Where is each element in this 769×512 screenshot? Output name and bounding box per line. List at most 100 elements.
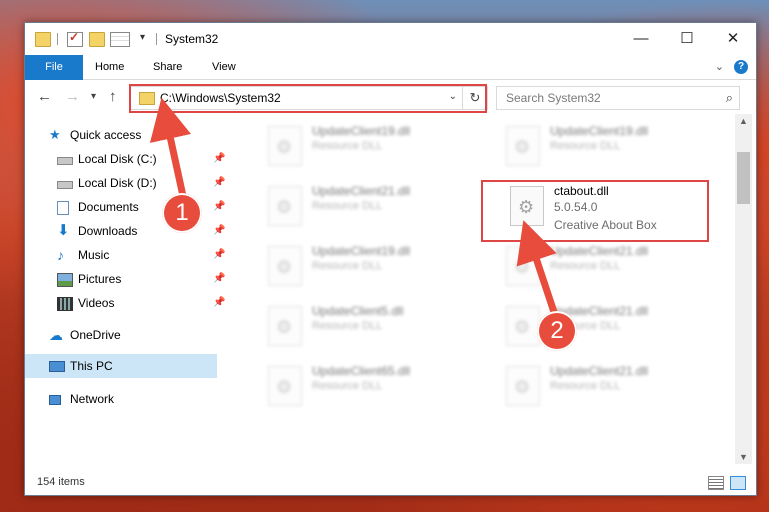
sidebar-item-label: Network — [70, 392, 115, 406]
pin-icon[interactable]: 📌 — [213, 196, 225, 218]
sidebar-item-music[interactable]: ♪ Music 📌 — [57, 244, 227, 266]
file-type: Resource DLL — [550, 140, 621, 152]
sidebar-item-videos[interactable]: Videos 📌 — [57, 292, 227, 314]
close-button[interactable]: ✕ — [710, 23, 756, 55]
file-type: Resource DLL — [550, 260, 621, 272]
file-item[interactable]: UpdateClient21.dll Resource DLL — [506, 244, 726, 302]
file-name: UpdateClient21.dll — [312, 184, 411, 198]
properties-check-icon[interactable] — [67, 30, 83, 47]
sidebar-item-local-disk-c[interactable]: Local Disk (C:) 📌 — [57, 148, 227, 170]
folder-icon — [35, 32, 51, 47]
file-name: UpdateClient21.dll — [550, 364, 649, 378]
file-type: Resource DLL — [312, 140, 383, 152]
drive-icon — [57, 157, 73, 165]
pin-icon[interactable]: 📌 — [213, 244, 225, 266]
drive-icon — [57, 181, 73, 189]
pin-icon[interactable]: 📌 — [213, 148, 225, 170]
dll-file-icon — [268, 126, 302, 166]
pin-icon[interactable]: 📌 — [213, 292, 225, 314]
maximize-button[interactable]: ☐ — [664, 23, 710, 55]
minimize-button[interactable]: — — [618, 23, 664, 55]
callout-badge-2: 2 — [537, 311, 577, 351]
tiles-view-icon[interactable] — [730, 476, 746, 490]
divider — [57, 33, 58, 45]
sidebar-item-label: Videos — [78, 296, 115, 310]
status-bar: 154 items — [25, 471, 756, 495]
file-type: Resource DLL — [550, 380, 621, 392]
dll-file-icon — [268, 306, 302, 346]
new-folder-icon[interactable] — [89, 32, 105, 47]
vertical-scrollbar[interactable]: ▲ ▼ — [735, 114, 752, 464]
file-name: UpdateClient65.dll — [312, 364, 411, 378]
scroll-thumb[interactable] — [737, 152, 750, 204]
sidebar-item-label: Music — [78, 248, 110, 262]
dll-file-icon — [506, 306, 540, 346]
dll-file-icon — [268, 366, 302, 406]
sidebar-item-label: This PC — [70, 359, 113, 373]
file-name: UpdateClient19.dll — [312, 124, 411, 138]
computer-icon — [49, 361, 65, 372]
up-icon[interactable]: ↑ — [109, 88, 117, 105]
dll-file-icon — [506, 366, 540, 406]
file-name: UpdateClient5.dll — [312, 304, 404, 318]
navigation-pane: ★ Quick access Local Disk (C:) 📌 Local D… — [25, 114, 225, 452]
item-count: 154 items — [37, 476, 85, 488]
sidebar-item-label: OneDrive — [70, 328, 121, 342]
back-icon[interactable]: ← — [37, 88, 52, 105]
file-name: UpdateClient19.dll — [312, 244, 411, 258]
scroll-down-icon[interactable]: ▼ — [739, 452, 748, 462]
sidebar-item-local-disk-d[interactable]: Local Disk (D:) 📌 — [57, 172, 227, 194]
help-icon[interactable]: ? — [734, 60, 748, 74]
tab-view[interactable]: View — [200, 55, 248, 79]
dll-file-icon — [268, 246, 302, 286]
file-name: UpdateClient21.dll — [550, 244, 649, 258]
scroll-up-icon[interactable]: ▲ — [739, 116, 748, 126]
sidebar-item-label: Downloads — [78, 224, 138, 238]
window-title: System32 — [165, 32, 219, 46]
file-item[interactable]: UpdateClient21.dll Resource DLL — [506, 364, 726, 422]
file-type: Resource DLL — [312, 320, 383, 332]
view-layout-icon[interactable] — [110, 32, 130, 47]
pictures-icon — [57, 273, 73, 287]
pin-icon[interactable]: 📌 — [213, 268, 225, 290]
forward-icon[interactable]: → — [65, 88, 80, 105]
sidebar-item-label: Quick access — [70, 128, 142, 142]
sidebar-item-label: Local Disk (D:) — [78, 176, 157, 190]
customize-toolbar-icon[interactable]: ▾ — [140, 32, 145, 43]
divider — [156, 33, 157, 45]
file-explorer-window: ▾ System32 — ☐ ✕ File Home Share View ⌄ … — [24, 22, 757, 496]
file-item[interactable]: UpdateClient65.dll Resource DLL — [268, 364, 488, 422]
sidebar-item-label: Local Disk (C:) — [78, 152, 157, 166]
file-highlight-box — [481, 180, 709, 242]
sidebar-item-label: Pictures — [78, 272, 122, 286]
ribbon-tabs: File Home Share View ⌄ ? — [25, 55, 756, 113]
file-type: Resource DLL — [312, 380, 383, 392]
cloud-icon: ☁ — [49, 327, 63, 343]
expand-ribbon-icon[interactable]: ⌄ — [715, 60, 724, 73]
file-item[interactable]: UpdateClient5.dll Resource DLL — [268, 304, 488, 362]
pin-icon[interactable]: 📌 — [213, 172, 225, 194]
file-item[interactable]: UpdateClient19.dll Resource DLL — [506, 124, 726, 182]
recent-locations-icon[interactable]: ▾ — [91, 91, 96, 102]
tab-home[interactable]: Home — [83, 55, 136, 79]
callout-badge-1: 1 — [162, 193, 202, 233]
address-highlight-box — [129, 84, 487, 113]
file-name: UpdateClient19.dll — [550, 124, 649, 138]
search-icon[interactable]: ⌕ — [726, 90, 733, 106]
dll-file-icon — [268, 186, 302, 226]
details-view-icon[interactable] — [708, 476, 724, 490]
search-placeholder: Search System32 — [506, 91, 601, 105]
star-icon: ★ — [49, 127, 61, 142]
file-item[interactable]: UpdateClient21.dll Resource DLL — [268, 184, 488, 242]
sidebar-item-pictures[interactable]: Pictures 📌 — [57, 268, 227, 290]
file-item[interactable]: UpdateClient19.dll Resource DLL — [268, 124, 488, 182]
navigation-bar: ← → ▾ ↑ C:\Windows\System32 ⌄ ↻ Search S… — [25, 80, 756, 114]
sidebar-item-downloads[interactable]: ⬇ Downloads 📌 — [57, 220, 227, 242]
search-input[interactable]: Search System32 ⌕ — [496, 86, 740, 110]
tab-share[interactable]: Share — [141, 55, 194, 79]
file-type: Resource DLL — [312, 200, 383, 212]
network-icon — [49, 395, 61, 405]
file-item[interactable]: UpdateClient19.dll Resource DLL — [268, 244, 488, 302]
documents-icon — [57, 201, 69, 215]
pin-icon[interactable]: 📌 — [213, 220, 225, 242]
